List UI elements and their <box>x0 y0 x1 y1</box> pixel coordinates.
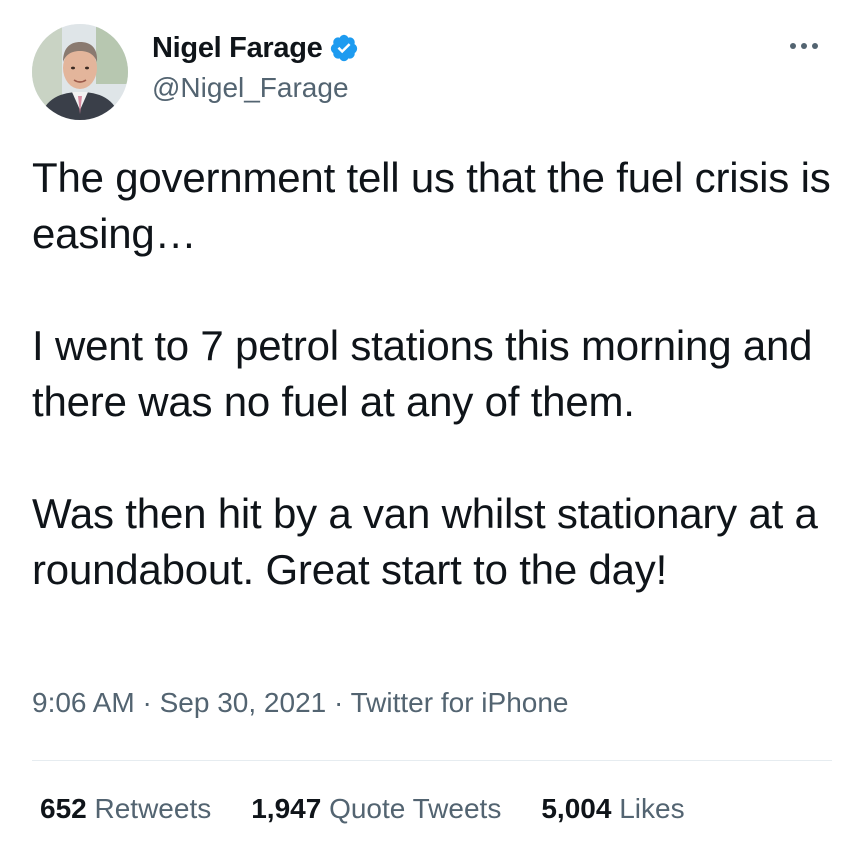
divider <box>32 760 832 761</box>
tweet-stats: 652 Retweets 1,947 Quote Tweets 5,004 Li… <box>40 793 685 825</box>
likes-label: Likes <box>619 793 685 824</box>
tweet-source[interactable]: Twitter for iPhone <box>351 687 569 718</box>
avatar[interactable] <box>32 24 128 120</box>
tweet-paragraph: I went to 7 petrol stations this morning… <box>32 322 813 425</box>
handle[interactable]: @Nigel_Farage <box>152 72 349 104</box>
tweet-time[interactable]: 9:06 AM <box>32 687 135 718</box>
tweet-card: Nigel Farage @Nigel_Farage The governmen… <box>0 0 864 856</box>
tweet-paragraph: The government tell us that the fuel cri… <box>32 154 831 257</box>
tweet-paragraph: Was then hit by a van whilst stationary … <box>32 490 818 593</box>
retweets-stat[interactable]: 652 Retweets <box>40 793 211 825</box>
tweet-text: The government tell us that the fuel cri… <box>32 150 842 598</box>
quote-tweets-label: Quote Tweets <box>329 793 502 824</box>
retweets-label: Retweets <box>94 793 212 824</box>
author-name-row: Nigel Farage <box>152 30 359 66</box>
tweet-date[interactable]: Sep 30, 2021 <box>160 687 327 718</box>
tweet-meta: 9:06 AM · Sep 30, 2021 · Twitter for iPh… <box>32 687 568 719</box>
display-name[interactable]: Nigel Farage <box>152 32 323 65</box>
meta-separator: · <box>142 687 160 718</box>
quote-tweets-stat[interactable]: 1,947 Quote Tweets <box>251 793 501 825</box>
meta-separator: · <box>334 687 351 718</box>
likes-count: 5,004 <box>541 793 620 824</box>
quote-tweets-count: 1,947 <box>251 793 330 824</box>
avatar-image <box>32 24 128 120</box>
retweets-count: 652 <box>40 793 95 824</box>
likes-stat[interactable]: 5,004 Likes <box>541 793 684 825</box>
more-options-icon[interactable] <box>774 34 834 58</box>
verified-badge-icon <box>329 33 359 63</box>
